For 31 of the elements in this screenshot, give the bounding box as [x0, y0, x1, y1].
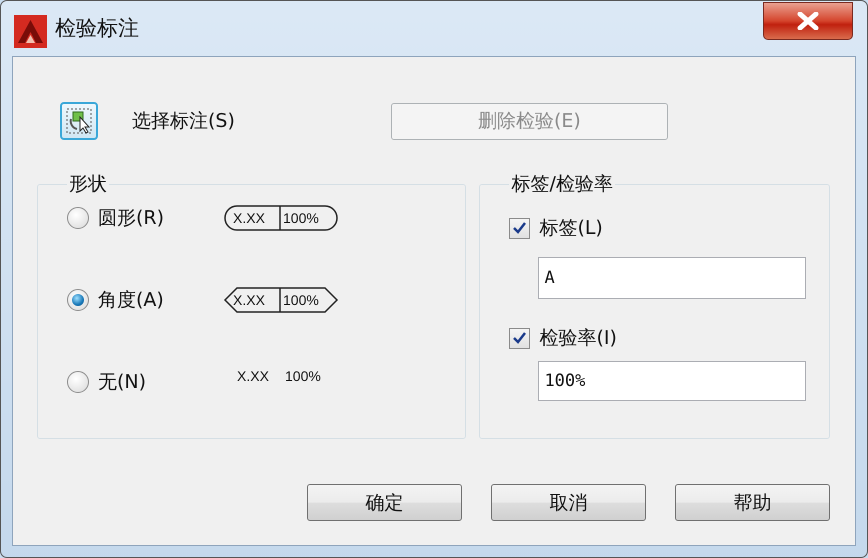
radio-button[interactable]: [67, 371, 89, 393]
radio-label: 无(N): [98, 370, 148, 395]
group-title: 标签/检验率: [510, 172, 614, 197]
radio-button[interactable]: [67, 207, 89, 229]
close-icon: [797, 12, 819, 30]
checkbox-label: 检验率(I): [539, 326, 617, 351]
radio-label: 圆形(R): [98, 206, 166, 231]
select-dimension-label: 选择标注(S): [132, 109, 235, 134]
checkmark-icon: [512, 221, 528, 235]
cancel-button[interactable]: 取消: [491, 484, 646, 521]
sample-text: 100%: [283, 210, 319, 226]
sample-text: X.XX: [233, 292, 265, 308]
text-field[interactable]: A: [538, 257, 806, 299]
radio-label: 角度(A): [98, 288, 165, 313]
checkbox[interactable]: [509, 328, 530, 348]
window-title: 检验标注: [55, 15, 139, 42]
sample-text: X.XX: [237, 368, 269, 384]
checkbox[interactable]: [509, 218, 530, 238]
checkmark-icon: [512, 331, 528, 345]
help-button[interactable]: 帮助: [675, 484, 830, 521]
close-button[interactable]: [763, 2, 853, 40]
app-logo-icon: [14, 15, 47, 48]
sample-text: 100%: [283, 292, 319, 308]
select-objects-button[interactable]: [60, 102, 98, 140]
text-field[interactable]: 100%: [538, 361, 806, 401]
checkbox-label: 标签(L): [539, 216, 603, 241]
radio-button[interactable]: [67, 289, 89, 311]
sample-text: 100%: [285, 368, 321, 384]
group-title: 形状: [68, 172, 108, 197]
ok-button[interactable]: 确定: [307, 484, 462, 521]
sample-text: X.XX: [233, 210, 265, 226]
